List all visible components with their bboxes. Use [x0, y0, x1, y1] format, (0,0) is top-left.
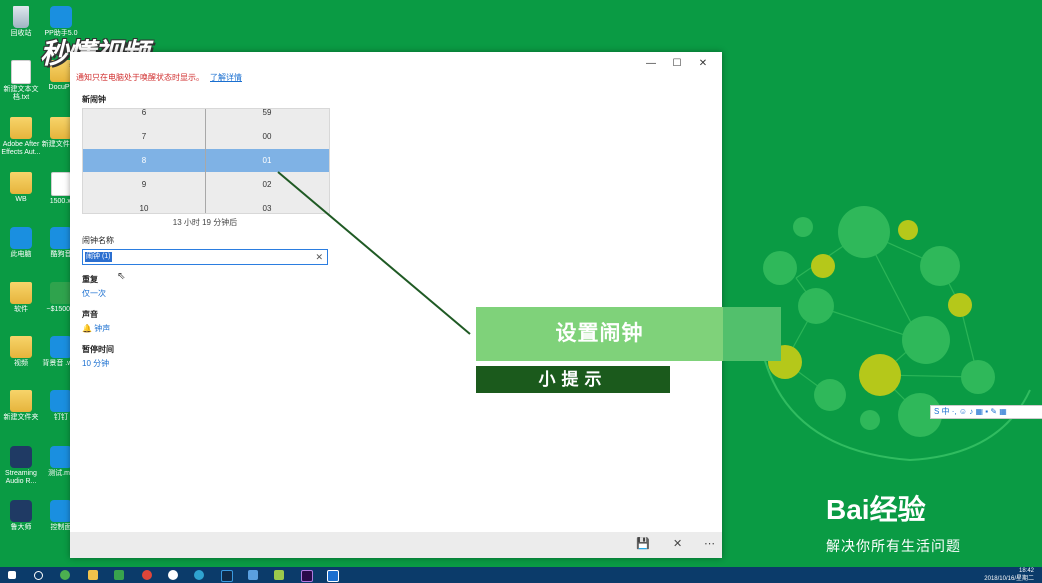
ime-toolbar-text: S 中 ·, ☺ ♪ ▦ ▪ ✎ ▦	[934, 407, 1007, 416]
browser-icon[interactable]	[60, 570, 70, 580]
alarms-taskbar-icon[interactable]	[327, 570, 339, 582]
ime-toolbar[interactable]: S 中 ·, ☺ ♪ ▦ ▪ ✎ ▦	[930, 405, 1042, 419]
tip-title-box: 设置闹钟	[476, 307, 723, 361]
tip-box-extension	[723, 307, 781, 361]
photoshop-icon[interactable]	[221, 570, 233, 582]
clock-date: 2018/10/16/星期二	[984, 576, 1034, 582]
audio-app-icon[interactable]	[194, 570, 204, 580]
green-app-icon[interactable]	[114, 570, 124, 580]
premiere-icon[interactable]	[301, 570, 313, 582]
baidu-slogan: 解决你所有生活问题	[826, 538, 961, 554]
tool-app-icon[interactable]	[274, 570, 284, 580]
chrome-icon[interactable]	[142, 570, 152, 580]
system-clock[interactable]: 18:42 2018/10/16/星期二	[984, 567, 1034, 583]
record-icon[interactable]	[168, 570, 178, 580]
pen-app-icon[interactable]	[248, 570, 258, 580]
taskbar: 18:42 2018/10/16/星期二	[0, 567, 1042, 583]
start-icon[interactable]	[8, 571, 16, 579]
search-icon[interactable]	[34, 571, 43, 580]
tip-title: 设置闹钟	[555, 322, 644, 345]
clock-time: 18:42	[1018, 568, 1034, 574]
tip-subtitle: 小提示	[476, 366, 670, 393]
file-explorer-icon[interactable]	[88, 570, 98, 580]
baidu-jingyan-logo: Bai经验	[826, 494, 926, 525]
